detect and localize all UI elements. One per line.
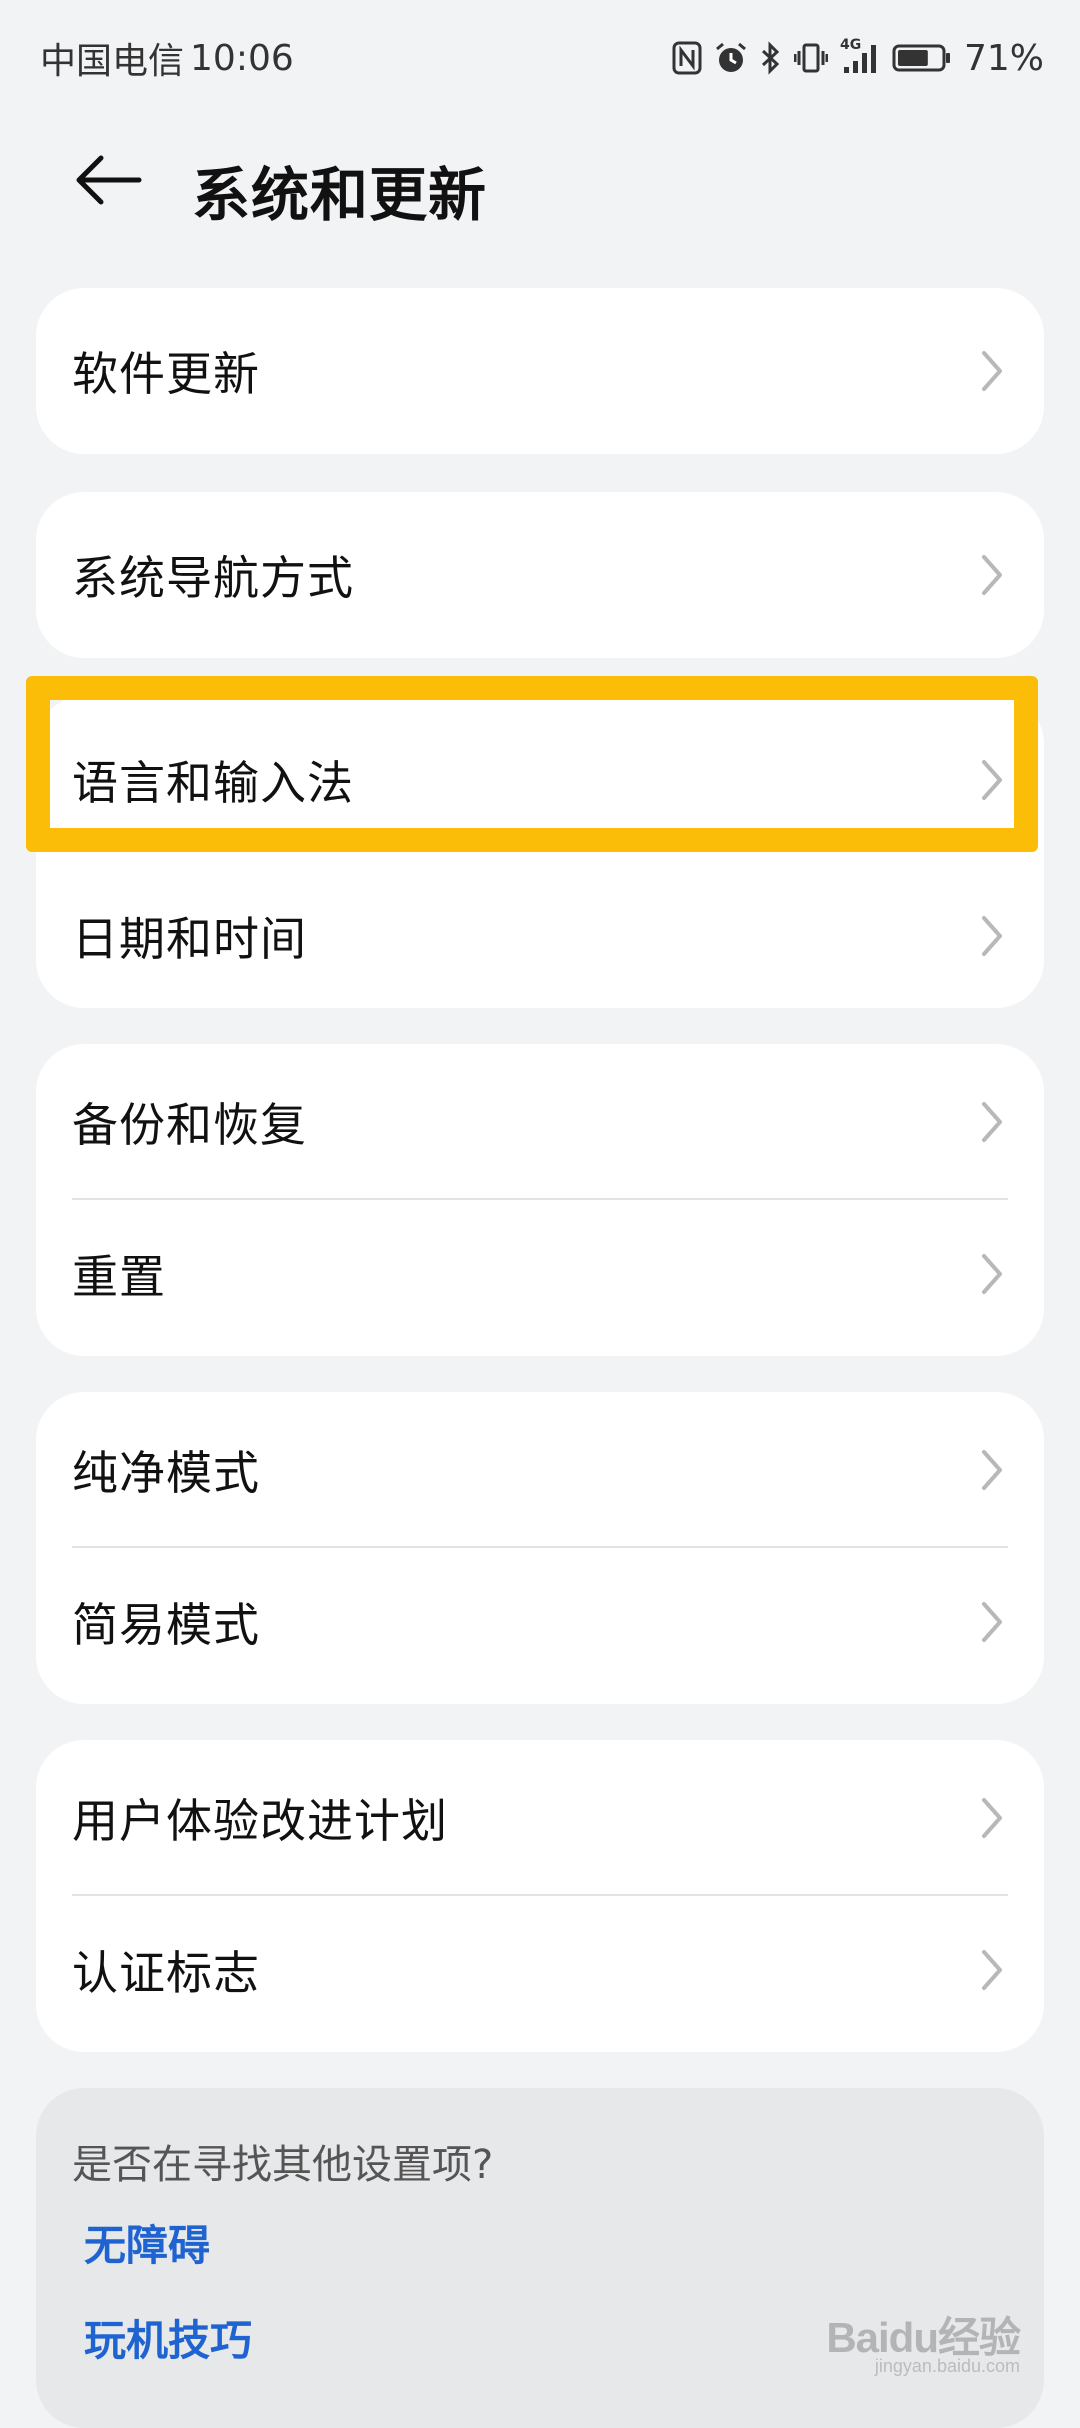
- page-title: 系统和更新: [192, 161, 488, 229]
- baidu-watermark-logo: Baidu经验 jingyan.baidu.com: [790, 2286, 1021, 2386]
- chevron-right-icon: [982, 1798, 1002, 1838]
- status-right: 4G 71%: [672, 37, 1044, 79]
- status-left: 中国电信 10:06: [40, 32, 294, 84]
- settings-item-user-experience-program[interactable]: 用户体验改进计划: [36, 1740, 1044, 1896]
- settings-item-date-time[interactable]: 日期和时间: [36, 864, 1044, 1008]
- alarm-icon: [714, 41, 748, 75]
- settings-item-label: 用户体验改进计划: [72, 1794, 448, 1848]
- group-software-update: 软件更新: [36, 288, 1044, 454]
- carrier-name: 中国电信: [40, 41, 185, 82]
- group-backup-reset: 备份和恢复 重置: [36, 1044, 1044, 1356]
- group-navigation: 系统导航方式: [36, 492, 1044, 658]
- chevron-right-icon: [982, 916, 1002, 956]
- group-modes: 纯净模式 简易模式: [36, 1392, 1044, 1704]
- settings-item-label: 简易模式: [72, 1598, 260, 1652]
- chevron-right-icon: [982, 1602, 1002, 1642]
- settings-item-label: 系统导航方式: [72, 551, 354, 605]
- chevron-right-icon: [982, 351, 1002, 391]
- settings-item-label: 备份和恢复: [72, 1098, 307, 1152]
- settings-item-label: 纯净模式: [72, 1446, 260, 1500]
- settings-item-simple-mode[interactable]: 简易模式: [36, 1548, 1044, 1696]
- chevron-right-icon: [982, 555, 1002, 595]
- settings-item-label: 软件更新: [72, 347, 260, 401]
- chevron-right-icon: [982, 1254, 1002, 1294]
- status-bar: 中国电信 10:06 4G 71%: [0, 0, 1080, 116]
- settings-item-backup-restore[interactable]: 备份和恢复: [36, 1044, 1044, 1200]
- battery-icon: [892, 41, 952, 75]
- group-language-date: 语言和输入法 日期和时间: [36, 696, 1044, 1008]
- settings-item-label: 日期和时间: [72, 912, 307, 966]
- suggestion-title: 是否在寻找其他设置项?: [72, 2142, 494, 2188]
- settings-item-language-input[interactable]: 语言和输入法: [36, 696, 1044, 864]
- settings-item-pure-mode[interactable]: 纯净模式: [36, 1392, 1044, 1548]
- signal-icon: 4G: [840, 37, 880, 75]
- settings-item-system-navigation[interactable]: 系统导航方式: [36, 492, 1044, 658]
- back-button[interactable]: [64, 150, 152, 210]
- settings-item-certification-logos[interactable]: 认证标志: [36, 1896, 1044, 2044]
- chevron-right-icon: [982, 1950, 1002, 1990]
- back-arrow-icon: [76, 155, 142, 205]
- network-type: 4G: [839, 37, 862, 53]
- chevron-right-icon: [982, 1450, 1002, 1490]
- settings-item-label: 认证标志: [72, 1946, 260, 2000]
- group-experience: 用户体验改进计划 认证标志: [36, 1740, 1044, 2052]
- battery-percent: 71%: [963, 37, 1044, 79]
- settings-item-label: 重置: [72, 1250, 166, 1304]
- chevron-right-icon: [982, 760, 1002, 800]
- title-bar: 系统和更新: [0, 120, 1080, 240]
- settings-item-software-update[interactable]: 软件更新: [36, 288, 1044, 454]
- nfc-icon: [672, 41, 702, 75]
- watermark-sub-text: jingyan.baidu.com: [874, 2356, 1020, 2376]
- bluetooth-icon: [760, 41, 782, 75]
- clock: 10:06: [190, 37, 294, 79]
- link-accessibility[interactable]: 无障碍: [84, 2212, 1008, 2273]
- settings-item-reset[interactable]: 重置: [36, 1200, 1044, 1348]
- chevron-right-icon: [982, 1102, 1002, 1142]
- settings-item-label: 语言和输入法: [72, 756, 354, 810]
- vibrate-icon: [793, 41, 828, 75]
